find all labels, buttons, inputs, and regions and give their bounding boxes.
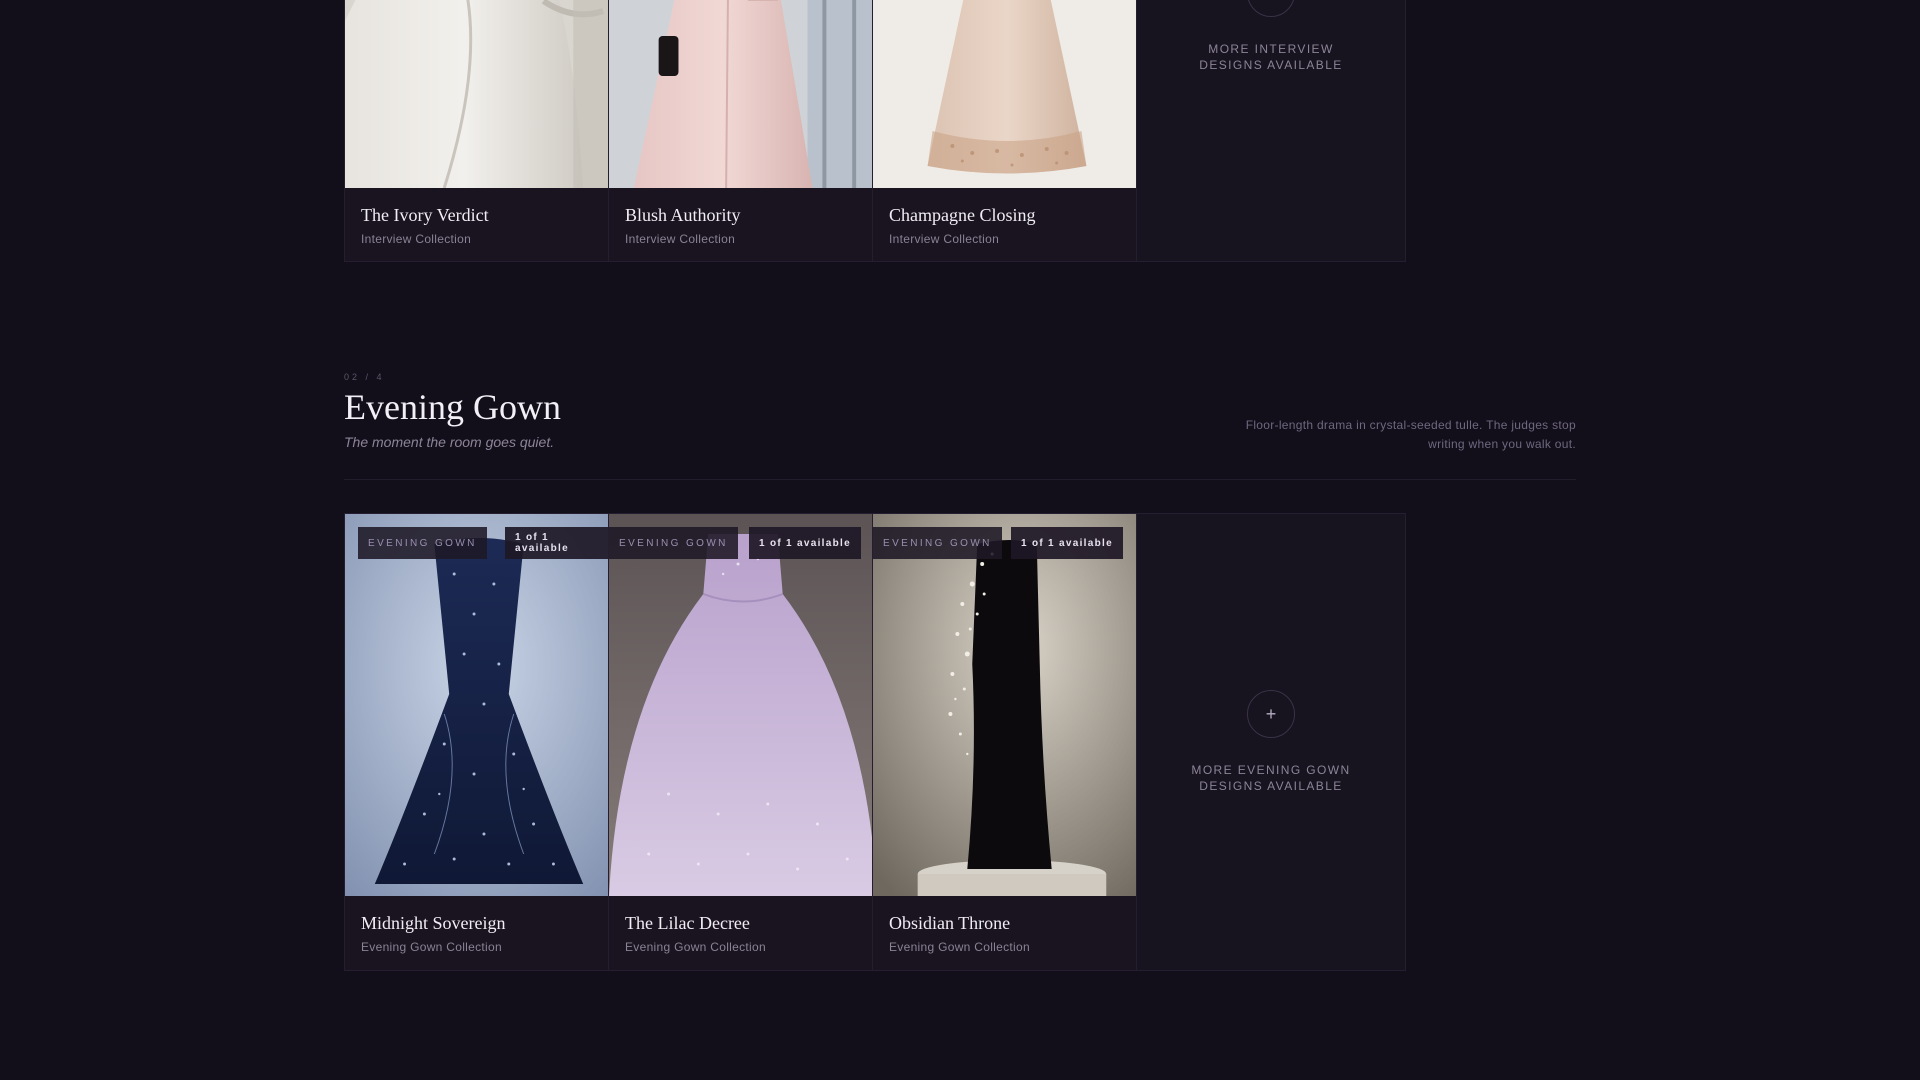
product-name[interactable]: The Lilac Decree [625,912,861,934]
product-card-lilac-decree[interactable]: EVENING GOWN 1 of 1 available The Lilac … [608,513,878,971]
product-card-blush-authority[interactable]: Blush Authority Interview Collection [608,0,878,262]
product-image[interactable] [609,0,877,188]
more-interview-designs-card[interactable]: + MORE INTERVIEW DESIGNS AVAILABLE [1136,0,1406,262]
availability-badge: 1 of 1 available [1011,527,1123,559]
product-image[interactable] [873,0,1141,188]
product-card-ivory-verdict[interactable]: The Ivory Verdict Interview Collection [344,0,614,262]
interview-card-grid: The Ivory Verdict Interview Collection B… [344,0,1424,262]
availability-badge: 1 of 1 available [749,527,861,559]
evening-gown-card-grid: EVENING GOWN 1 of 1 available Midnight S… [344,513,1424,971]
product-name[interactable]: Midnight Sovereign [361,912,597,934]
product-collection: Interview Collection [625,232,736,246]
product-image[interactable]: EVENING GOWN 1 of 1 available [609,514,877,896]
product-collection: Interview Collection [361,232,472,246]
section-counter: 02 / 4 [344,372,385,382]
more-evening-gown-designs-card[interactable]: + MORE EVENING GOWN DESIGNS AVAILABLE [1136,513,1406,971]
product-collection: Evening Gown Collection [625,940,766,954]
product-collection: Evening Gown Collection [889,940,1030,954]
product-name[interactable]: Blush Authority [625,204,861,226]
more-designs-label: MORE INTERVIEW DESIGNS AVAILABLE [1199,42,1343,72]
product-name[interactable]: Obsidian Throne [889,912,1125,934]
section-header-evening-gown: 02 / 4 Evening Gown The moment the room … [344,372,1576,480]
product-collection: Evening Gown Collection [361,940,502,954]
section-description: Floor-length drama in crystal-seeded tul… [1245,418,1576,451]
category-badge: EVENING GOWN [358,527,487,559]
product-collection: Interview Collection [889,232,1000,246]
more-designs-label: MORE EVENING GOWN DESIGNS AVAILABLE [1191,763,1351,793]
product-card-obsidian-throne[interactable]: EVENING GOWN 1 of 1 available Obsidian T… [872,513,1142,971]
product-card-champagne-closing[interactable]: Champagne Closing Interview Collection [872,0,1142,262]
product-name[interactable]: Champagne Closing [889,204,1125,226]
category-badge: EVENING GOWN [873,527,1002,559]
product-image[interactable]: EVENING GOWN 1 of 1 available [345,514,613,896]
product-name[interactable]: The Ivory Verdict [361,204,597,226]
category-badge: EVENING GOWN [609,527,738,559]
product-image[interactable] [345,0,613,188]
availability-badge: 1 of 1 available [505,527,613,559]
product-image[interactable]: EVENING GOWN 1 of 1 available [873,514,1141,896]
plus-icon[interactable]: + [1247,690,1295,738]
product-card-midnight-sovereign[interactable]: EVENING GOWN 1 of 1 available Midnight S… [344,513,614,971]
plus-icon[interactable]: + [1247,0,1295,17]
